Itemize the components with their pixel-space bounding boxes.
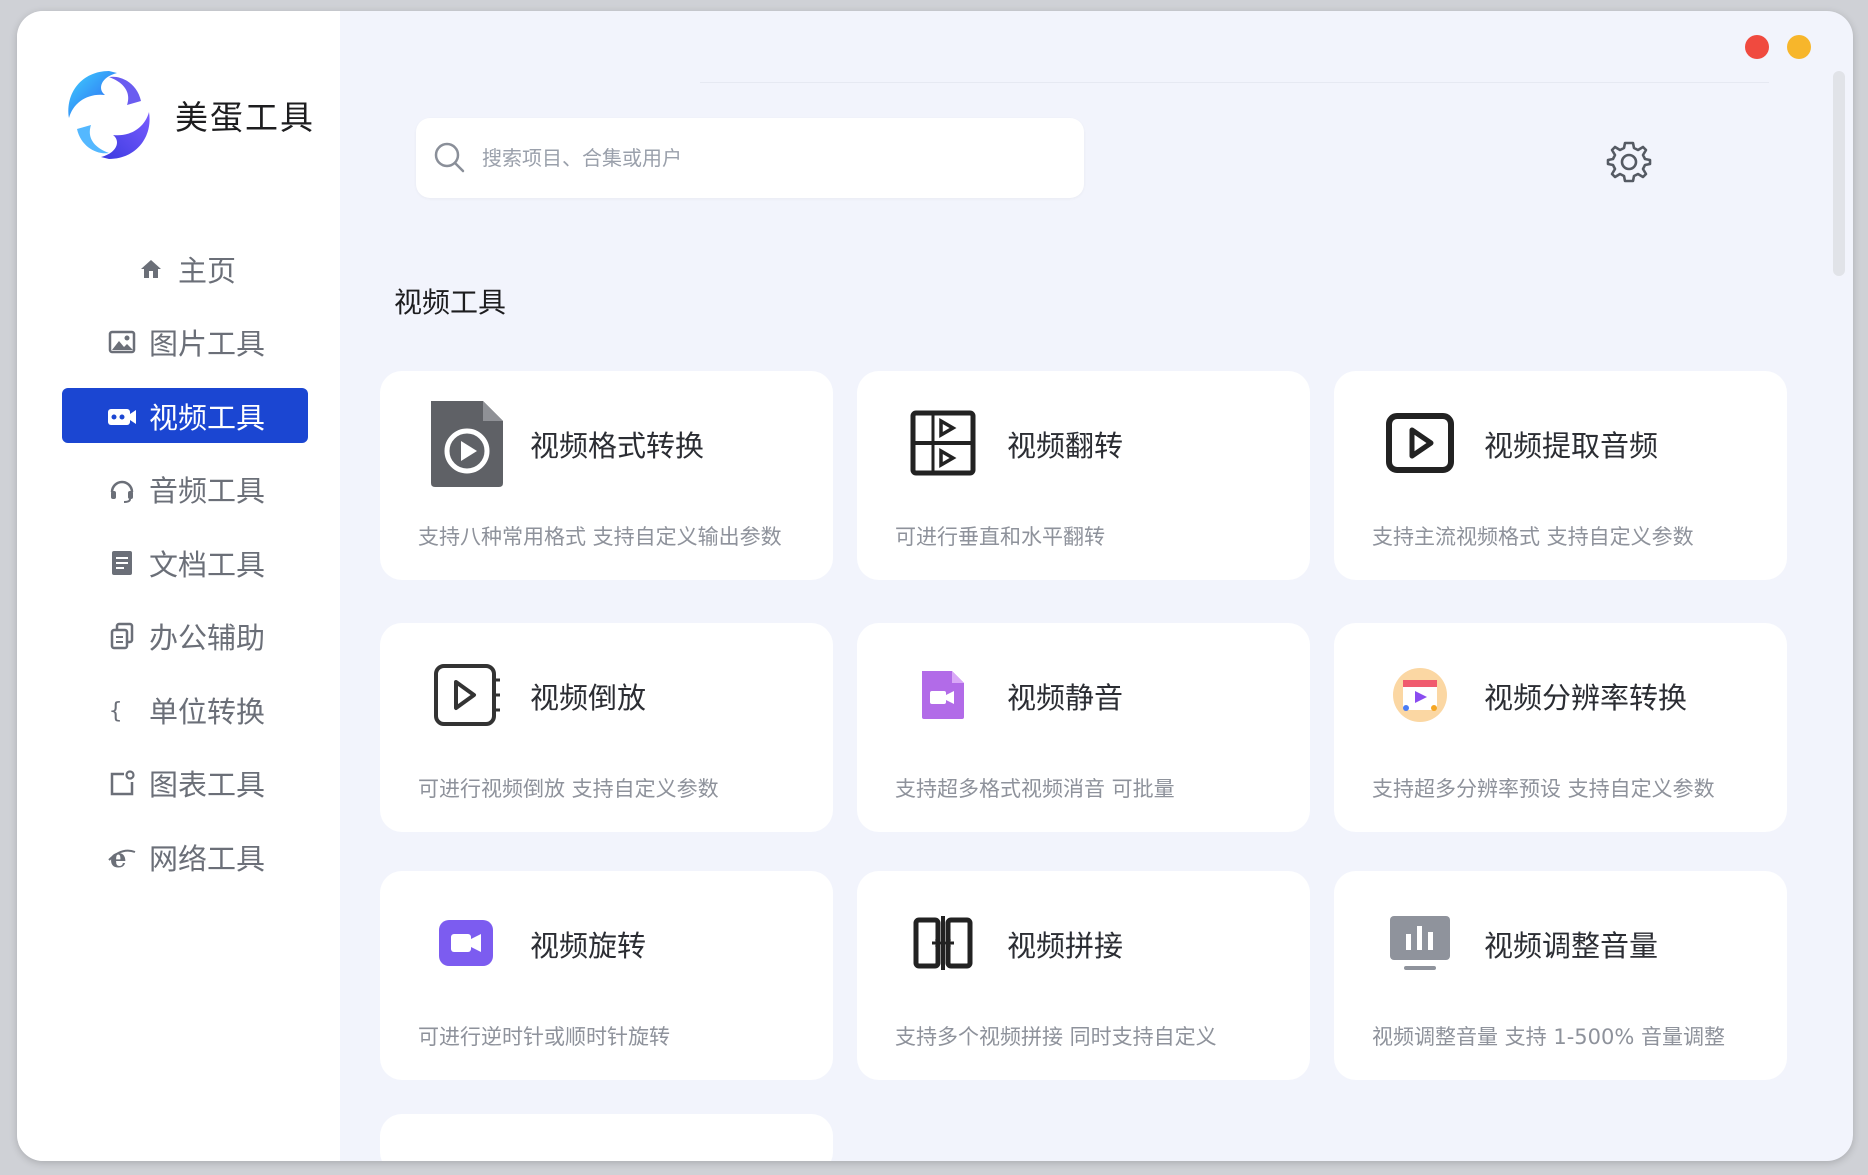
- sidebar-item-label: 单位转换: [148, 694, 265, 729]
- video-file-icon: [422, 399, 510, 487]
- search-icon: [434, 142, 465, 173]
- sidebar-item-label: 网络工具: [148, 841, 265, 876]
- logo-swirl-icon: [57, 63, 161, 167]
- tool-desc: 支持多个视频拼接 同时支持自定义: [895, 1025, 1217, 1049]
- sidebar-item-video-tools[interactable]: 视频工具: [62, 388, 308, 443]
- svg-text:{ }: { }: [109, 699, 137, 724]
- window-controls: [1745, 35, 1811, 59]
- sidebar-item-label: 文档工具: [148, 547, 265, 582]
- splice-icon: [899, 899, 987, 987]
- main-content: 视频工具 视频格式转换 支持八种常用格式 支持自定义输出参数 视频翻转 可进行垂…: [340, 11, 1853, 1161]
- search-bar[interactable]: [416, 118, 1084, 198]
- tool-desc: 支持超多分辨率预设 支持自定义参数: [1372, 777, 1715, 801]
- tool-card-reverse[interactable]: 视频倒放 可进行视频倒放 支持自定义参数: [380, 623, 833, 832]
- sidebar-item-label: 图片工具: [148, 327, 265, 361]
- tool-title: 视频调整音量: [1484, 929, 1659, 963]
- tool-desc: 可进行视频倒放 支持自定义参数: [418, 777, 719, 801]
- tool-card-mute[interactable]: 视频静音 支持超多格式视频消音 可批量: [857, 623, 1310, 832]
- play-box-icon: [1376, 399, 1464, 487]
- sidebar-nav: 主页 图片工具 视频工具 音频工具 文档工具 办公辅助 {单位转换 图表工具 …: [62, 241, 308, 903]
- tool-card-rotate[interactable]: 视频旋转 可进行逆时针或顺时针旋转: [380, 871, 833, 1080]
- chart-icon: [105, 766, 139, 800]
- tool-card-format-convert[interactable]: 视频格式转换 支持八种常用格式 支持自定义输出参数: [380, 371, 833, 580]
- resolution-icon: [1376, 651, 1464, 739]
- tool-card-splice[interactable]: 视频拼接 支持多个视频拼接 同时支持自定义: [857, 871, 1310, 1080]
- sidebar-item-network-tools[interactable]: e 网络工具: [62, 829, 308, 884]
- tool-card-flip[interactable]: 视频翻转 可进行垂直和水平翻转: [857, 371, 1310, 580]
- tool-desc: 支持主流视频格式 支持自定义参数: [1372, 525, 1694, 549]
- tool-desc: 支持超多格式视频消音 可批量: [895, 777, 1175, 801]
- tool-title: 视频拼接: [1007, 929, 1124, 963]
- tool-title: 视频提取音频: [1484, 429, 1659, 463]
- sidebar-item-unit-conversion[interactable]: { } 单位转换: [62, 682, 308, 737]
- reverse-play-icon: [422, 651, 510, 739]
- scrollbar-thumb[interactable]: [1833, 71, 1845, 276]
- sidebar: 美蛋工具 主页 图片工具 视频工具 音频工具 文档工具 办公辅助 {单位转换 …: [17, 11, 340, 1161]
- purple-camera-icon: [422, 899, 510, 987]
- tool-card-partial[interactable]: [380, 1114, 833, 1161]
- section-title: 视频工具: [394, 286, 507, 319]
- volume-bars-icon: [1376, 899, 1464, 987]
- document-icon: [105, 546, 139, 580]
- sidebar-item-document-tools[interactable]: 文档工具: [62, 535, 308, 590]
- app-logo: 美蛋工具: [57, 63, 315, 167]
- app-name: 美蛋工具: [175, 98, 315, 137]
- tool-desc: 可进行垂直和水平翻转: [895, 525, 1105, 549]
- tool-desc: 支持八种常用格式 支持自定义输出参数: [418, 525, 782, 549]
- sidebar-item-label: 视频工具: [148, 400, 265, 435]
- flip-icon: [899, 399, 987, 487]
- sidebar-item-home[interactable]: 主页: [62, 241, 308, 296]
- sidebar-item-label: 办公辅助: [148, 621, 265, 655]
- tool-card-volume[interactable]: 视频调整音量 视频调整音量 支持 1-500% 音量调整: [1334, 871, 1787, 1080]
- tool-title: 视频静音: [1007, 681, 1124, 715]
- tool-card-resolution[interactable]: 视频分辨率转换 支持超多分辨率预设 支持自定义参数: [1334, 623, 1787, 832]
- close-button[interactable]: [1745, 35, 1769, 59]
- minimize-button[interactable]: [1787, 35, 1811, 59]
- tool-title: 视频分辨率转换: [1484, 681, 1688, 715]
- sidebar-item-label: 主页: [177, 253, 236, 288]
- video-camera-icon: [105, 399, 139, 433]
- copy-icon: [105, 619, 139, 653]
- tool-title: 视频翻转: [1007, 429, 1124, 463]
- sidebar-item-label: 图表工具: [148, 768, 265, 802]
- sidebar-item-chart-tools[interactable]: 图表工具: [62, 756, 308, 811]
- app-window: 美蛋工具 主页 图片工具 视频工具 音频工具 文档工具 办公辅助 {单位转换 …: [17, 11, 1853, 1161]
- headphones-icon: [105, 472, 139, 506]
- tool-card-extract-audio[interactable]: 视频提取音频 支持主流视频格式 支持自定义参数: [1334, 371, 1787, 580]
- sidebar-item-image-tools[interactable]: 图片工具: [62, 315, 308, 370]
- sidebar-item-label: 音频工具: [148, 474, 265, 508]
- tool-desc: 视频调整音量 支持 1-500% 音量调整: [1372, 1025, 1725, 1049]
- tool-title: 视频旋转: [530, 929, 647, 963]
- browser-icon: e: [105, 840, 139, 874]
- home-icon: [134, 252, 168, 286]
- divider: [700, 82, 1769, 83]
- search-input[interactable]: [480, 145, 1044, 171]
- braces-icon: { }: [105, 693, 139, 727]
- tool-title: 视频倒放: [530, 681, 647, 715]
- image-icon: [105, 325, 139, 359]
- tool-title: 视频格式转换: [530, 429, 705, 463]
- gear-icon[interactable]: [1606, 139, 1652, 185]
- tool-desc: 可进行逆时针或顺时针旋转: [418, 1025, 670, 1049]
- sidebar-item-office-assist[interactable]: 办公辅助: [62, 609, 308, 664]
- sidebar-item-audio-tools[interactable]: 音频工具: [62, 462, 308, 517]
- purple-video-file-icon: [899, 651, 987, 739]
